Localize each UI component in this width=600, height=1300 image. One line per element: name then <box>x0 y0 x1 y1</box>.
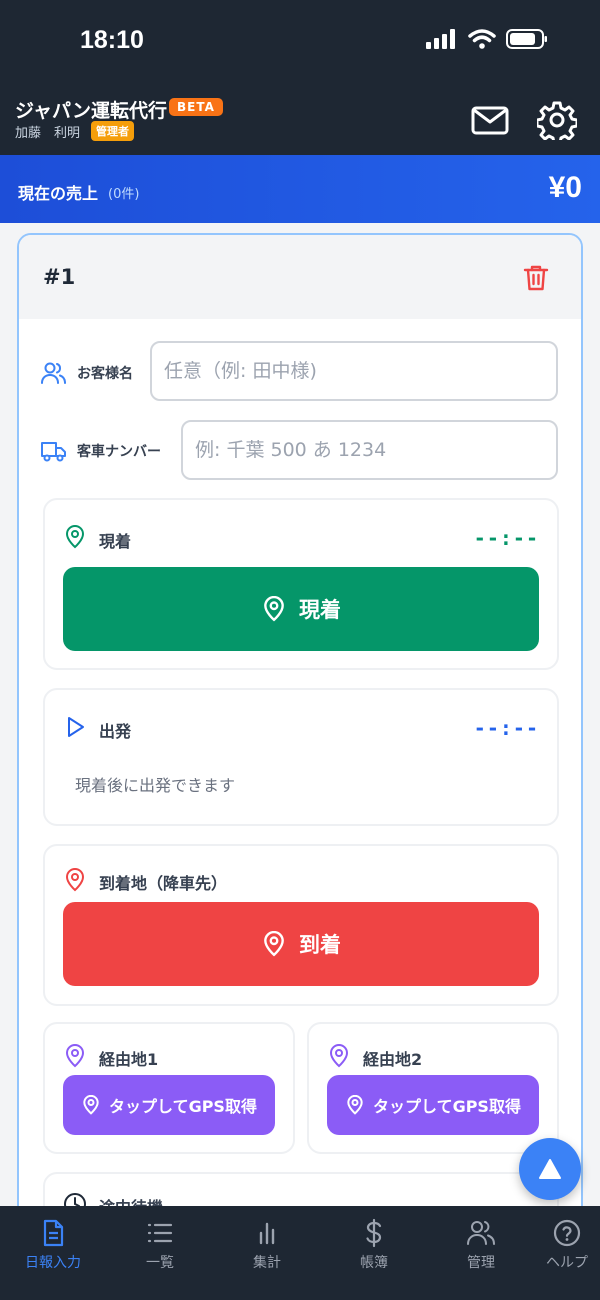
bottom-tab-bar: 日報入力 一覧 集計 帳簿 管理 ヘルプ <box>0 1206 600 1300</box>
users-icon <box>467 1221 495 1245</box>
report-card: #1 お客様名 任意（例: 田中様) 客車ナンバー 例: 千葉 500 あ 12… <box>17 233 583 1206</box>
waypoint-2-gps-label: タップしてGPS取得 <box>373 1097 521 1116</box>
main-content[interactable]: #1 お客様名 任意（例: 田中様) 客車ナンバー 例: 千葉 500 あ 12… <box>0 223 600 1206</box>
truck-icon <box>41 442 66 462</box>
sales-label: 現在の売上 <box>18 184 99 203</box>
play-icon <box>68 717 84 737</box>
card-header: #1 <box>19 235 581 319</box>
messages-button[interactable] <box>470 100 510 140</box>
map-pin-icon <box>329 1044 349 1068</box>
document-icon <box>43 1219 64 1247</box>
waypoint-1-gps-label: タップしてGPS取得 <box>109 1097 257 1116</box>
user-name: 加藤 利明 <box>15 126 81 141</box>
delete-button[interactable] <box>521 263 551 293</box>
gear-icon <box>535 101 579 145</box>
customer-row: お客様名 <box>41 361 133 385</box>
waypoint-1-gps-button[interactable]: タップしてGPS取得 <box>63 1075 275 1135</box>
card-number: #1 <box>43 265 76 289</box>
destination-button-label: 到着 <box>299 933 341 957</box>
sales-amount: ¥0 <box>548 171 582 204</box>
waypoint-2-section: 経由地2 タップしてGPS取得 <box>307 1022 559 1154</box>
tab-admin[interactable]: 管理 <box>436 1218 526 1272</box>
tab-ledger[interactable]: 帳簿 <box>329 1218 419 1272</box>
cellular-signal-icon <box>426 29 455 49</box>
status-time: 18:10 <box>80 26 144 54</box>
map-pin-icon <box>65 1044 85 1068</box>
tab-label: 帳簿 <box>360 1255 388 1271</box>
users-icon <box>41 362 66 384</box>
triangle-up-icon <box>539 1159 561 1179</box>
status-bar: 18:10 <box>0 0 600 82</box>
waiting-title: 途中待機 <box>99 1194 163 1206</box>
tab-list[interactable]: 一覧 <box>115 1218 205 1272</box>
map-pin-icon <box>264 596 284 622</box>
role-badge: 管理者 <box>91 121 134 141</box>
trash-icon <box>523 265 549 291</box>
departure-section: 出発 --:-- 現着後に出発できます <box>43 688 559 826</box>
waypoint-2-gps-button[interactable]: タップしてGPS取得 <box>327 1075 539 1135</box>
list-icon <box>147 1223 173 1243</box>
tab-summary[interactable]: 集計 <box>222 1218 312 1272</box>
arrival-time: --:-- <box>473 526 539 550</box>
plate-label: 客車ナンバー <box>77 444 161 460</box>
plate-row: 客車ナンバー <box>41 439 161 463</box>
app-title: ジャパン運転代行 <box>15 100 168 122</box>
bar-chart-icon <box>259 1222 275 1245</box>
departure-title: 出発 <box>99 722 132 741</box>
departure-hint: 現着後に出発できます <box>75 776 236 795</box>
battery-icon <box>506 29 547 49</box>
status-icons <box>426 29 548 49</box>
waypoint-2-title: 経由地2 <box>363 1050 423 1069</box>
plate-number-input[interactable] <box>181 420 558 480</box>
wifi-icon <box>468 29 496 49</box>
customer-label: お客様名 <box>77 366 133 382</box>
sales-count: (0件) <box>108 187 140 202</box>
destination-title: 到着地（降車先） <box>99 874 228 893</box>
arrival-button-label: 現着 <box>299 598 341 622</box>
map-pin-icon <box>83 1095 99 1115</box>
waypoint-1-title: 経由地1 <box>99 1050 159 1069</box>
customer-name-input[interactable] <box>150 341 558 401</box>
waiting-section: 途中待機 <box>43 1172 559 1206</box>
arrival-title: 現着 <box>99 532 132 551</box>
tab-help[interactable]: ヘルプ <box>522 1218 600 1272</box>
mail-icon <box>471 106 509 135</box>
map-pin-icon <box>65 525 85 549</box>
destination-section: 到着地（降車先） 到着 <box>43 844 559 1006</box>
beta-badge: BETA <box>169 98 223 116</box>
tab-label: 集計 <box>253 1255 281 1271</box>
tab-label: 一覧 <box>146 1255 174 1271</box>
departure-time: --:-- <box>473 716 539 740</box>
map-pin-icon <box>65 868 85 892</box>
tab-label: 管理 <box>467 1255 495 1271</box>
scroll-top-button[interactable] <box>519 1138 581 1200</box>
map-pin-icon <box>264 931 284 957</box>
sales-banner: 現在の売上 (0件) ¥0 <box>0 155 600 223</box>
help-icon <box>553 1219 581 1247</box>
app-header: ジャパン運転代行 BETA 加藤 利明 管理者 <box>0 82 600 155</box>
dollar-icon <box>366 1218 382 1248</box>
tab-label: ヘルプ <box>546 1255 588 1271</box>
tab-label: 日報入力 <box>25 1255 81 1271</box>
waypoint-1-section: 経由地1 タップしてGPS取得 <box>43 1022 295 1154</box>
destination-button[interactable]: 到着 <box>63 902 539 986</box>
arrival-button[interactable]: 現着 <box>63 567 539 651</box>
clock-icon <box>64 1193 86 1206</box>
map-pin-icon <box>347 1095 363 1115</box>
tab-daily-report[interactable]: 日報入力 <box>8 1218 98 1272</box>
arrival-section: 現着 --:-- 現着 <box>43 498 559 670</box>
settings-button[interactable] <box>535 100 579 145</box>
